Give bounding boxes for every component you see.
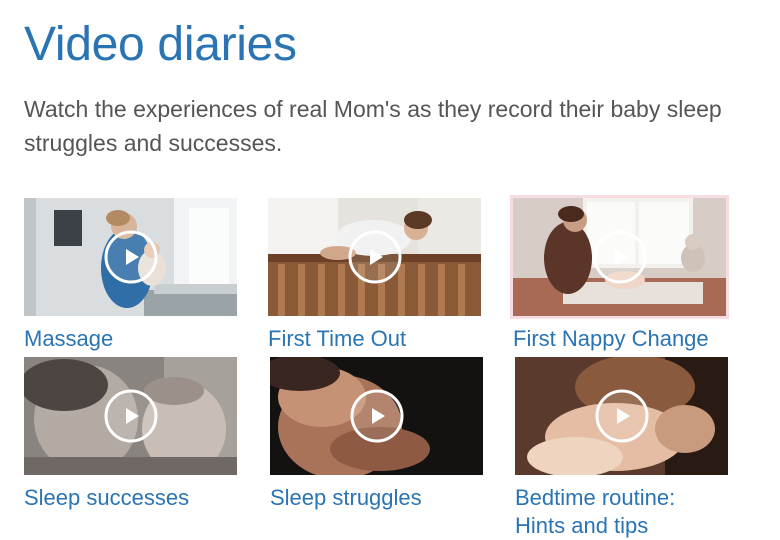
video-link-bedtime-routine[interactable]: Bedtime routine: Hints and tips xyxy=(515,484,715,540)
play-icon[interactable] xyxy=(103,229,159,285)
play-icon[interactable] xyxy=(349,388,405,444)
video-link-sleep-successes[interactable]: Sleep successes xyxy=(24,484,239,512)
video-thumbnail-bedtime-routine[interactable] xyxy=(515,357,728,475)
video-thumbnail-first-nappy-change[interactable] xyxy=(510,195,729,319)
video-thumbnail-first-time-out[interactable] xyxy=(268,198,481,316)
video-card-massage: Massage xyxy=(24,198,239,353)
page-title: Video diaries xyxy=(24,18,297,71)
video-card-bedtime-routine: Bedtime routine: Hints and tips xyxy=(515,357,730,540)
intro-text: Watch the experiences of real Mom's as t… xyxy=(24,96,722,156)
video-link-first-time-out[interactable]: First Time Out xyxy=(268,325,483,353)
video-card-first-time-out: First Time Out xyxy=(268,198,483,353)
video-card-first-nappy-change: First Nappy Change xyxy=(510,195,729,353)
play-icon[interactable] xyxy=(592,229,648,285)
video-link-massage[interactable]: Massage xyxy=(24,325,239,353)
video-link-sleep-struggles[interactable]: Sleep struggles xyxy=(270,484,485,512)
video-thumbnail-sleep-successes[interactable] xyxy=(24,357,237,475)
video-card-sleep-successes: Sleep successes xyxy=(24,357,239,512)
video-card-sleep-struggles: Sleep struggles xyxy=(270,357,485,512)
play-icon[interactable] xyxy=(347,229,403,285)
play-icon[interactable] xyxy=(103,388,159,444)
play-icon[interactable] xyxy=(594,388,650,444)
video-link-first-nappy-change[interactable]: First Nappy Change xyxy=(513,325,728,353)
video-thumbnail-massage[interactable] xyxy=(24,198,237,316)
video-thumbnail-sleep-struggles[interactable] xyxy=(270,357,483,475)
